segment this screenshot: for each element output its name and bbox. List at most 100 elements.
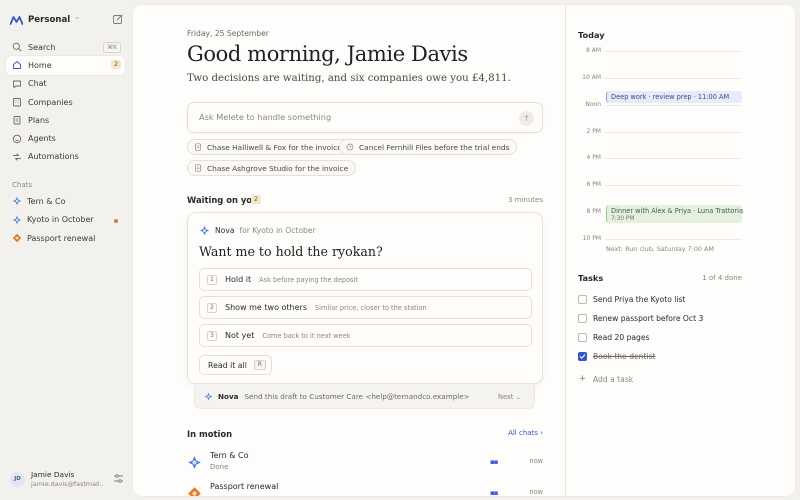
option-hold-it[interactable]: 1 Hold it Ask before paying the deposit xyxy=(199,268,532,291)
draft-agent: Nova xyxy=(218,392,239,401)
hour-label: 8 AM xyxy=(585,47,601,54)
sidebar-item-search[interactable]: Search ⌘K xyxy=(6,38,125,56)
chat-item-kyoto[interactable]: Kyoto in October xyxy=(6,211,125,230)
unread-dot xyxy=(114,218,118,223)
hour-line xyxy=(605,105,742,106)
activity-indicator: ▪▪ xyxy=(490,458,498,466)
user-profile[interactable]: JD Jamie Davis jamie.davis@fastmail... xyxy=(10,466,126,492)
ask-box: ↑ xyxy=(187,102,543,133)
hour-label: 6 PM xyxy=(586,181,601,188)
option-number: 2 xyxy=(207,302,217,313)
option-label: Show me two others xyxy=(225,303,307,312)
home-feed: Friday, 25 September Good morning, Jamie… xyxy=(187,5,543,496)
hour-label: 2 PM xyxy=(586,128,601,135)
sidebar: Personal ⌃ Search ⌘K Home 2 Chat Compani… xyxy=(0,0,133,500)
sidebar-item-agents[interactable]: Agents xyxy=(6,129,125,147)
event-time: 7:30 PM xyxy=(611,215,635,222)
chat-item-label: Tern & Co xyxy=(27,196,66,206)
task-item[interactable]: Renew passport before Oct 3 xyxy=(578,311,748,325)
all-chats-link[interactable]: All chats › xyxy=(508,429,543,437)
waiting-time: 3 minutes xyxy=(507,196,543,204)
option-label: Not yet xyxy=(225,331,255,340)
hour-label: 8 PM xyxy=(586,208,601,215)
motion-status: Done xyxy=(210,463,229,471)
activity-indicator: ▪▪ xyxy=(490,489,498,496)
agent-name: Nova xyxy=(215,226,235,235)
home-icon xyxy=(12,60,22,70)
nova-agent-icon xyxy=(199,225,210,236)
hour-line xyxy=(605,132,742,133)
send-button[interactable]: ↑ xyxy=(519,111,534,126)
read-button-label: Read it all xyxy=(208,360,247,370)
option-description: Similar price, closer to the station xyxy=(314,303,427,312)
option-label: Hold it xyxy=(225,275,252,284)
sidebar-item-plans[interactable]: Plans xyxy=(6,111,125,129)
option-show-others[interactable]: 2 Show me two others Similar price, clos… xyxy=(199,296,532,319)
suggestion-chip[interactable]: Chase Ashgrove Studio for the invoice xyxy=(187,160,357,176)
read-it-all-button[interactable]: Read it all R xyxy=(199,355,272,375)
chat-icon xyxy=(12,79,22,89)
draft-card[interactable]: Nova Send this draft to Customer Care <h… xyxy=(194,385,535,409)
task-item[interactable]: Book the dentist xyxy=(578,349,748,363)
motion-item-tern-co[interactable]: Tern & Co Done ▪▪ now xyxy=(187,450,543,480)
task-checkbox[interactable] xyxy=(578,313,587,323)
task-label: Book the dentist xyxy=(593,351,656,361)
chats-heading: Chats xyxy=(12,181,33,189)
decision-card: Nova for Kyoto in October Want me to hol… xyxy=(187,212,543,384)
sidebar-item-label: Chat xyxy=(28,79,47,89)
sidebar-item-label: Plans xyxy=(28,115,50,125)
task-checkbox[interactable] xyxy=(578,351,587,361)
suggestion-chip[interactable]: Chase Halliwell & Fox for the invoice xyxy=(187,139,350,155)
in-motion-heading: In motion xyxy=(187,429,233,439)
next-button[interactable]: Next ⌄ xyxy=(498,393,521,401)
hour-label: 10 PM xyxy=(582,235,601,242)
orange-agent-icon xyxy=(188,487,201,496)
workspace-name: Personal xyxy=(28,15,71,25)
chat-item-tern-co[interactable]: Tern & Co xyxy=(6,192,125,211)
workspace-switcher[interactable]: Personal ⌃ xyxy=(10,12,124,28)
tasks-progress: 1 of 4 done xyxy=(702,274,742,282)
event-title: Dinner with Alex & Priya · Luna Trattori… xyxy=(611,207,744,215)
building-icon xyxy=(12,97,22,107)
card-context: for Kyoto in October xyxy=(239,226,316,235)
motion-item-passport[interactable]: Passport renewal ▪▪ now xyxy=(187,481,543,496)
motion-title: Tern & Co xyxy=(210,451,249,460)
sliders-icon[interactable] xyxy=(113,473,124,484)
right-column: Today 8 AM 10 AM Noon 2 PM 4 PM 6 PM 8 P… xyxy=(578,5,748,496)
suggestion-label: Chase Halliwell & Fox for the invoice xyxy=(207,142,342,152)
shortcut-key: R xyxy=(253,360,266,370)
task-item[interactable]: Read 20 pages xyxy=(578,330,748,344)
option-not-yet[interactable]: 3 Not yet Come back to it next week xyxy=(199,324,532,347)
motion-title: Passport renewal xyxy=(210,482,279,491)
check-icon xyxy=(579,353,586,359)
card-header: Nova for Kyoto in October xyxy=(199,225,316,236)
arrow-up-icon: ↑ xyxy=(523,114,530,123)
suggestion-chip[interactable]: Cancel Fernhill Files before the trial e… xyxy=(339,139,518,155)
chat-item-passport[interactable]: Passport renewal xyxy=(6,229,125,248)
calendar-event-dinner[interactable]: Dinner with Alex & Priya · Luna Trattori… xyxy=(606,205,744,223)
sidebar-item-label: Companies xyxy=(28,97,73,107)
hour-line xyxy=(605,239,742,240)
nova-agent-icon xyxy=(12,197,22,206)
waiting-heading: Waiting on you xyxy=(187,195,259,205)
sidebar-item-chat[interactable]: Chat xyxy=(6,75,125,93)
sidebar-item-home[interactable]: Home 2 xyxy=(6,56,125,75)
sidebar-item-automations[interactable]: Automations xyxy=(6,148,125,166)
ask-input[interactable] xyxy=(199,112,499,122)
nova-agent-icon xyxy=(188,456,201,469)
clock-icon xyxy=(346,143,354,151)
chat-item-label: Kyoto in October xyxy=(27,215,94,225)
sidebar-item-companies[interactable]: Companies xyxy=(6,93,125,111)
add-task-button[interactable]: + Add a task xyxy=(578,374,633,384)
task-checkbox[interactable] xyxy=(578,294,587,304)
waiting-count-badge: 2 xyxy=(251,195,261,204)
calendar-event-deep-work[interactable]: Deep work · review prep · 11:00 AM xyxy=(606,91,742,103)
search-icon xyxy=(12,42,22,52)
compose-icon[interactable] xyxy=(112,13,124,25)
nova-agent-icon xyxy=(204,392,213,401)
sidebar-item-label: Automations xyxy=(28,152,79,162)
chats-list: Tern & Co Kyoto in October Passport rene… xyxy=(6,192,125,248)
task-item[interactable]: Send Priya the Kyoto list xyxy=(578,292,748,306)
document-icon xyxy=(195,143,201,151)
task-checkbox[interactable] xyxy=(578,332,587,342)
